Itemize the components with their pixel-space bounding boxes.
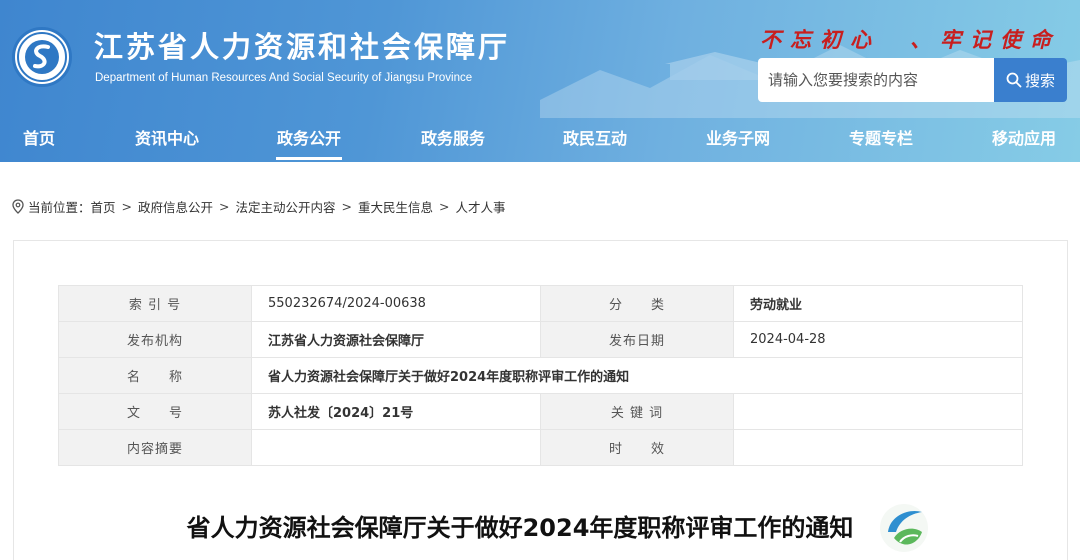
nav-interaction[interactable]: 政民互动 <box>562 118 628 162</box>
site-title: 江苏省人力资源和社会保障厅 <box>94 30 511 64</box>
table-row: 发布机构 江苏省人力资源社会保障厅 发布日期 2024-04-28 <box>58 321 1023 358</box>
search-button[interactable]: 搜索 <box>994 58 1067 102</box>
publish-date-label: 发布日期 <box>540 321 734 358</box>
leaf-logo-icon <box>880 504 928 552</box>
site-header: 江苏省人力资源和社会保障厅 Department of Human Resour… <box>0 0 1080 162</box>
table-row: 索 引 号 550232674/2024-00638 分 类 劳动就业 <box>58 285 1023 322</box>
department-logo[interactable] <box>12 27 72 87</box>
category-value: 劳动就业 <box>733 285 1023 322</box>
breadcrumb-home[interactable]: 首页 <box>91 197 116 216</box>
emblem-icon <box>17 32 67 82</box>
breadcrumb-separator: > <box>341 198 353 214</box>
breadcrumb-prefix: 当前位置： <box>28 199 91 215</box>
doc-name-value: 省人力资源社会保障厅关于做好2024年度职称评审工作的通知 <box>251 357 1023 394</box>
breadcrumb-separator: > <box>219 198 230 214</box>
doc-number-label: 文 号 <box>58 393 252 430</box>
breadcrumb-livelihood-info[interactable]: 重大民生信息 <box>358 197 433 216</box>
nav-government-services[interactable]: 政务服务 <box>420 118 486 162</box>
main-nav: 首页 资讯中心 政务公开 政务服务 政民互动 业务子网 专题专栏 移动应用 <box>0 118 1080 162</box>
doc-number-value: 苏人社发〔2024〕21号 <box>251 393 541 430</box>
index-number-label: 索 引 号 <box>58 285 252 322</box>
breadcrumb-separator: > <box>439 198 450 214</box>
validity-value <box>733 429 1023 466</box>
table-row: 文 号 苏人社发〔2024〕21号 关 键 词 <box>58 393 1023 430</box>
nav-mobile-apps[interactable]: 移动应用 <box>991 118 1057 162</box>
publisher-value: 江苏省人力资源社会保障厅 <box>251 321 541 358</box>
keywords-value <box>733 393 1023 430</box>
site-subtitle: Department of Human Resources And Social… <box>95 72 473 84</box>
search-icon <box>1006 72 1022 88</box>
breadcrumb-statutory-disclosure[interactable]: 法定主动公开内容 <box>236 197 336 216</box>
doc-name-label: 名 称 <box>58 357 252 394</box>
location-pin-icon <box>12 198 24 214</box>
breadcrumb-gov-info[interactable]: 政府信息公开 <box>138 197 213 216</box>
nav-government-affairs[interactable]: 政务公开 <box>276 118 342 162</box>
publisher-label: 发布机构 <box>58 321 252 358</box>
breadcrumb-talent-personnel[interactable]: 人才人事 <box>456 197 506 216</box>
table-row: 名 称 省人力资源社会保障厅关于做好2024年度职称评审工作的通知 <box>58 357 1023 394</box>
validity-label: 时 效 <box>540 429 734 466</box>
breadcrumb: 当前位置： 首页 > 政府信息公开 > 法定主动公开内容 > 重大民生信息 > … <box>12 196 506 216</box>
table-row: 内容摘要 时 效 <box>58 429 1023 466</box>
nav-home[interactable]: 首页 <box>22 118 56 162</box>
publish-date-value: 2024-04-28 <box>733 321 1023 358</box>
search-input[interactable] <box>758 58 994 102</box>
nav-special-topics[interactable]: 专题专栏 <box>848 118 914 162</box>
keywords-label: 关 键 词 <box>540 393 734 430</box>
summary-label: 内容摘要 <box>58 429 252 466</box>
index-number-value: 550232674/2024-00638 <box>251 285 541 322</box>
breadcrumb-separator: > <box>121 198 133 214</box>
nav-business-subsites[interactable]: 业务子网 <box>705 118 771 162</box>
category-label: 分 类 <box>540 285 734 322</box>
search-button-label: 搜索 <box>1024 71 1055 90</box>
summary-value <box>251 429 541 466</box>
document-info-table: 索 引 号 550232674/2024-00638 分 类 劳动就业 发布机构… <box>58 285 1023 466</box>
slogan: 不忘初心 、牢记使命 <box>760 27 1060 52</box>
nav-news-center[interactable]: 资讯中心 <box>134 118 200 162</box>
